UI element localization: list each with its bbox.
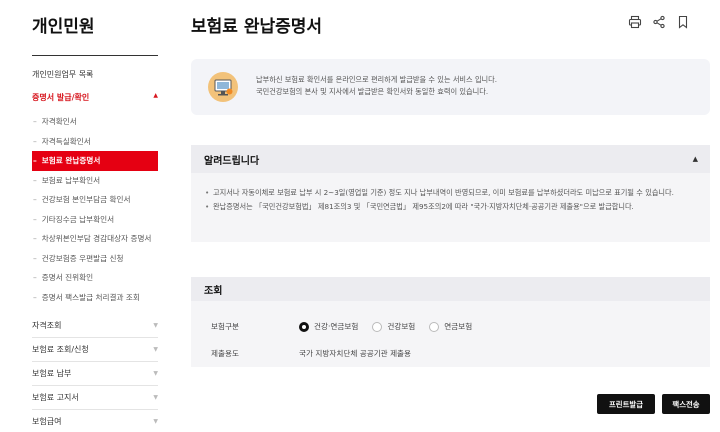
chevron-up-icon: ▲ xyxy=(153,92,158,99)
notice-header[interactable]: 알려드립니다 ▲ xyxy=(191,145,710,173)
notice-panel: 알려드립니다 ▲ 고지서나 자동이체로 보험료 납부 시 2~3일(영업일 기준… xyxy=(191,145,710,242)
sidebar-item-label: 건강보험 본인부담금 확인서 xyxy=(41,195,131,205)
sidebar-item[interactable]: – 기타징수금 납부확인서 xyxy=(32,210,158,230)
sidebar: 개인민원 개인민원업무 목록 증명서 발급/확인 ▲ – 자격확인서 – 자격득실확… xyxy=(0,0,170,432)
chevron-down-icon: ▼ xyxy=(153,346,158,353)
computer-document-icon xyxy=(208,72,238,102)
intro-text: 납부하신 보험료 확인서를 온라인으로 편리하게 발급받을 수 있는 서비스 입… xyxy=(256,74,497,98)
sidebar-item[interactable]: – 보험료 납부확인서 xyxy=(32,171,158,191)
sidebar-item-active[interactable]: – 보험료 완납증명서 xyxy=(32,151,158,171)
sidebar-group-label: 보험료 고지서 xyxy=(32,393,79,402)
bookmark-icon[interactable] xyxy=(676,14,690,29)
radio-health[interactable]: 건강보험 xyxy=(372,321,415,332)
sidebar-item[interactable]: – 자격확인서 xyxy=(32,112,158,132)
radio-unchecked-icon[interactable] xyxy=(429,321,440,332)
sidebar-title: 개인민원 xyxy=(32,17,95,37)
insurance-type-label: 보험구분 xyxy=(211,322,239,331)
sidebar-item-label: 증명서 팩스발급 처리결과 조회 xyxy=(41,292,140,302)
dash-icon: – xyxy=(33,156,37,166)
sidebar-item-label: 기타징수금 납부확인서 xyxy=(41,214,115,224)
sidebar-item-label: 건강보험증 우편발급 신청 xyxy=(41,253,124,263)
dash-icon: – xyxy=(33,292,37,302)
sidebar-group-label: 증명서 발급/확인 xyxy=(32,93,90,102)
purpose-label: 제출용도 xyxy=(211,349,239,358)
sidebar-item-label: 자격득실확인서 xyxy=(41,136,91,146)
chevron-down-icon: ▼ xyxy=(153,418,158,425)
radio-pension[interactable]: 연금보험 xyxy=(429,321,472,332)
sidebar-item-label: 보험료 완납증명서 xyxy=(41,156,101,166)
notice-item: 완납증명서는 「국민건강보험법」 제81조의3 및 「국민연금법」 제95조의2… xyxy=(205,201,696,212)
sidebar-item[interactable]: – 차상위본인부담 경감대상자 증명서 xyxy=(32,229,158,249)
sidebar-sub-list: – 자격확인서 – 자격득실확인서 – 보험료 완납증명서 – 보험료 납부확인서 – 건… xyxy=(32,112,158,307)
sidebar-item[interactable]: – 증명서 진위확인 xyxy=(32,268,158,288)
dash-icon: – xyxy=(33,234,37,244)
page-actions xyxy=(628,14,690,29)
sidebar-group[interactable]: 보험료 조회/신청 ▼ xyxy=(32,337,158,361)
radio-unchecked-icon[interactable] xyxy=(372,321,383,332)
insurance-type-row: 보험구분 건강·연금보험 건강보험 연금보험 xyxy=(211,321,486,332)
sidebar-group-label: 자격조회 xyxy=(32,320,62,330)
fax-send-button[interactable]: 팩스전송 xyxy=(662,394,710,414)
sidebar-item-label: 보험료 납부확인서 xyxy=(41,175,101,185)
page-title: 보험료 완납증명서 xyxy=(191,17,323,37)
sidebar-group-list: 자격조회 ▼ 보험료 조회/신청 ▼ 보험료 납부 ▼ 보험료 고지서 ▼ 보험급여 ▼ xyxy=(32,313,158,432)
sidebar-item[interactable]: – 건강보험 본인부담금 확인서 xyxy=(32,190,158,210)
sidebar-item[interactable]: – 건강보험증 우편발급 신청 xyxy=(32,249,158,269)
sidebar-group-label: 보험료 납부 xyxy=(32,369,72,378)
sidebar-item-label: 자격확인서 xyxy=(41,117,77,127)
share-icon[interactable] xyxy=(652,14,666,29)
sidebar-group[interactable]: 자격조회 ▼ xyxy=(32,313,158,337)
sidebar-item[interactable]: – 자격득실확인서 xyxy=(32,132,158,152)
sidebar-group[interactable]: 보험료 납부 ▼ xyxy=(32,361,158,385)
sidebar-group-label: 보험급여 xyxy=(32,417,62,426)
radio-label: 건강·연금보험 xyxy=(314,322,359,331)
chevron-down-icon: ▼ xyxy=(153,370,158,377)
query-panel: 조회 보험구분 건강·연금보험 건강보험 연금보험 제출용도 국가 지방자치단체… xyxy=(191,277,710,367)
print-icon[interactable] xyxy=(628,14,642,29)
dash-icon: – xyxy=(33,175,37,185)
sidebar-group[interactable]: 보험료 고지서 ▼ xyxy=(32,385,158,409)
radio-checked-icon[interactable] xyxy=(299,321,309,332)
radio-label: 연금보험 xyxy=(444,322,473,331)
purpose-value: 국가 지방자치단체 공공기관 제출용 xyxy=(299,349,412,358)
sidebar-item-label: 차상위본인부담 경감대상자 증명서 xyxy=(41,234,152,244)
dash-icon: – xyxy=(33,136,37,146)
radio-health-pension[interactable]: 건강·연금보험 xyxy=(299,321,358,332)
query-title: 조회 xyxy=(204,285,223,297)
print-issue-button[interactable]: 프린트발급 xyxy=(597,394,655,414)
sidebar-item-label: 증명서 진위확인 xyxy=(41,273,94,283)
dash-icon: – xyxy=(33,273,37,283)
sidebar-group-certificates[interactable]: 증명서 발급/확인 ▲ xyxy=(32,92,158,103)
sidebar-item[interactable]: – 증명서 팩스발급 처리결과 조회 xyxy=(32,288,158,308)
notice-item: 고지서나 자동이체로 보험료 납부 시 2~3일(영업일 기준) 정도 지나 납… xyxy=(205,187,696,198)
sidebar-group[interactable]: 보험급여 ▼ xyxy=(32,409,158,432)
purpose-row: 제출용도 국가 지방자치단체 공공기관 제출용 xyxy=(211,348,411,359)
notice-list: 고지서나 자동이체로 보험료 납부 시 2~3일(영업일 기준) 정도 지나 납… xyxy=(191,173,710,212)
radio-label: 건강보험 xyxy=(387,322,416,331)
chevron-down-icon: ▼ xyxy=(153,321,158,329)
dash-icon: – xyxy=(33,214,37,224)
sidebar-divider xyxy=(32,55,158,56)
intro-line: 국민건강보험의 본사 및 지사에서 발급받은 확인서와 동일한 효력이 있습니다… xyxy=(256,87,489,96)
dash-icon: – xyxy=(33,117,37,127)
sidebar-group-label: 보험료 조회/신청 xyxy=(32,345,89,354)
dash-icon: – xyxy=(33,195,37,205)
query-header: 조회 xyxy=(191,277,710,301)
intro-banner: 납부하신 보험료 확인서를 온라인으로 편리하게 발급받을 수 있는 서비스 입… xyxy=(191,59,710,115)
intro-line: 납부하신 보험료 확인서를 온라인으로 편리하게 발급받을 수 있는 서비스 입… xyxy=(256,75,498,84)
notice-title: 알려드립니다 xyxy=(204,155,260,167)
chevron-down-icon: ▼ xyxy=(153,394,158,401)
sidebar-section-heading: 개인민원업무 목록 xyxy=(32,70,94,79)
dash-icon: – xyxy=(33,253,37,263)
collapse-icon[interactable]: ▲ xyxy=(693,155,698,163)
